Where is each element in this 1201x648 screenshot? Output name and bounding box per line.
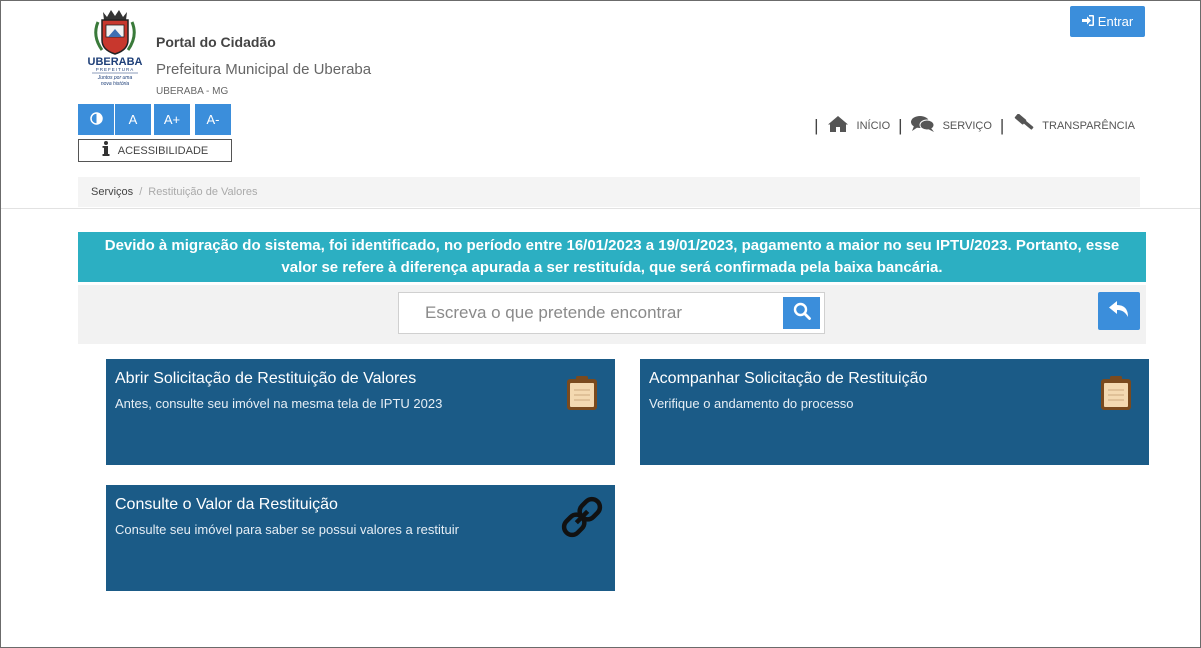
card-consulte-valor[interactable]: Consulte o Valor da Restituição Consulte… — [106, 485, 615, 591]
svg-text:nova história: nova história — [101, 81, 130, 87]
back-button[interactable] — [1098, 292, 1140, 330]
clipboard-icon — [1096, 373, 1136, 413]
nav-label-transparencia: TRANSPARÊNCIA — [1042, 119, 1135, 132]
card-acompanhar-solicitacao[interactable]: Acompanhar Solicitação de Restituição Ve… — [640, 359, 1149, 465]
search-input[interactable] — [409, 293, 779, 333]
accessibility-link[interactable]: ACESSIBILIDADE — [78, 139, 232, 162]
card-title: Acompanhar Solicitação de Restituição — [649, 370, 928, 387]
gavel-icon — [1012, 113, 1034, 137]
breadcrumb-separator: / — [139, 186, 143, 198]
card-description: Consulte seu imóvel para saber se possui… — [115, 522, 459, 537]
home-icon — [827, 115, 849, 136]
clipboard-icon — [562, 373, 602, 413]
location-label: UBERABA - MG — [156, 86, 229, 97]
nav-item-servico[interactable]: SERVIÇO — [910, 115, 992, 136]
card-title: Abrir Solicitação de Restituição de Valo… — [115, 370, 417, 387]
card-description: Antes, consulte seu imóvel na mesma tela… — [115, 396, 443, 411]
breadcrumb: Serviços / Restituição de Valores — [78, 177, 1140, 207]
top-navigation: | INÍCIO | SERVIÇO | TRANSPARÊNCIA — [806, 113, 1135, 137]
org-name: Prefeitura Municipal de Uberaba — [156, 61, 372, 78]
search-box — [398, 292, 825, 334]
font-decrease-button[interactable]: A- — [195, 104, 231, 135]
nav-item-inicio[interactable]: INÍCIO — [827, 115, 891, 136]
breadcrumb-servicos[interactable]: Serviços — [91, 186, 133, 198]
card-description: Verifique o andamento do processo — [649, 396, 854, 411]
breadcrumb-current: Restituição de Valores — [148, 186, 258, 198]
font-normal-button[interactable]: A — [115, 104, 151, 135]
contrast-button[interactable] — [78, 104, 114, 135]
comments-icon — [910, 115, 935, 136]
card-abrir-solicitacao[interactable]: Abrir Solicitação de Restituição de Valo… — [106, 359, 615, 465]
notice-text: Devido à migração do sistema, foi identi… — [104, 237, 1120, 276]
portal-title: Portal do Cidadão — [156, 34, 276, 50]
notice-banner: Devido à migração do sistema, foi identi… — [78, 232, 1146, 282]
link-icon — [558, 493, 606, 541]
nav-label-inicio: INÍCIO — [856, 119, 891, 132]
login-label: Entrar — [1097, 14, 1134, 29]
reply-icon — [1108, 300, 1130, 323]
accessibility-label: ACESSIBILIDADE — [117, 144, 209, 157]
search-icon — [793, 302, 811, 325]
header-divider — [0, 208, 1201, 209]
font-increase-button[interactable]: A+ — [154, 104, 190, 135]
search-button[interactable] — [783, 297, 820, 329]
card-title: Consulte o Valor da Restituição — [115, 496, 338, 513]
nav-item-transparencia[interactable]: TRANSPARÊNCIA — [1012, 113, 1135, 137]
sign-in-icon — [1081, 14, 1094, 29]
logo-sub: PREFEITURA — [96, 67, 135, 72]
nav-label-servico: SERVIÇO — [942, 119, 992, 132]
login-button[interactable]: Entrar — [1070, 6, 1145, 37]
contrast-icon — [89, 111, 103, 128]
search-bar — [78, 285, 1146, 344]
info-icon — [102, 141, 110, 160]
uberaba-logo[interactable]: UBERABA PREFEITURA Juntos por uma nova h… — [84, 8, 146, 92]
